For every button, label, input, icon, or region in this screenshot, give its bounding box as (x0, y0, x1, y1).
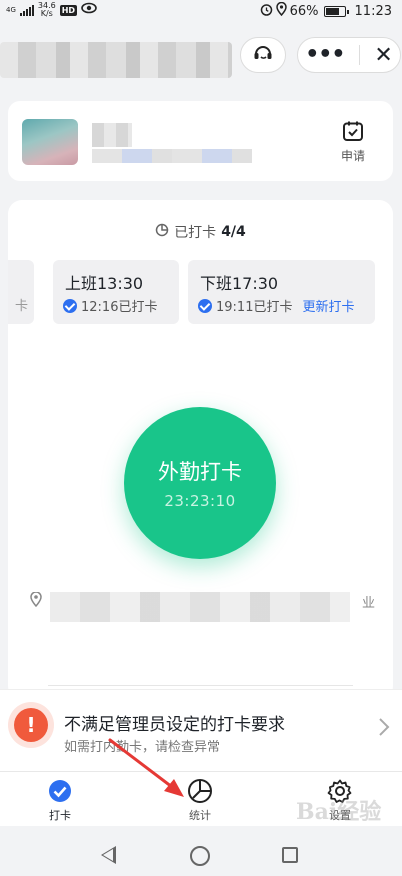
update-punch-link[interactable]: 更新打卡 (302, 296, 354, 315)
shift-card-end[interactable]: 下班17:30 19:11已打卡 更新打卡 (188, 260, 375, 324)
home-icon[interactable] (190, 846, 210, 866)
shift-card-start[interactable]: 上班13:30 12:16已打卡 (53, 260, 179, 324)
watermark: Bai经验 (296, 799, 382, 825)
user-card: 申请 (8, 101, 393, 181)
hd-badge: HD (59, 4, 78, 16)
field-punch-button[interactable]: 外勤打卡 23:23:10 (124, 407, 276, 559)
battery-icon (323, 5, 349, 17)
alarm-icon (260, 3, 273, 20)
clock-status: 已打卡 4/4 (8, 222, 393, 242)
warning-subtitle: 如需打内勤卡，请检查异常 (64, 740, 221, 755)
capsule-divider (358, 45, 360, 65)
tab-label: 统计 (189, 809, 211, 822)
signal-icon (19, 4, 34, 16)
tab-label: 打卡 (49, 809, 71, 822)
punch-label: 外勤打卡 (158, 460, 242, 484)
status-bar: 4G 34.6 K/s HD 66% 11:23 (0, 0, 402, 22)
location-pin-icon (30, 591, 42, 611)
clock-time: 11:23 (354, 3, 392, 19)
divider (48, 685, 353, 686)
shift-card-previous[interactable]: 卡 (8, 260, 34, 324)
check-icon (63, 298, 77, 313)
network-speed: 34.6 K/s (37, 1, 56, 18)
tab-stats[interactable]: 统计 (170, 778, 230, 823)
location-row: 业 (30, 591, 375, 622)
headset-icon (252, 42, 274, 68)
pie-chart-icon (155, 223, 169, 241)
header: ••• ✕ (0, 22, 402, 90)
apply-label: 申请 (340, 149, 365, 163)
shift-status: 12:16已打卡 (63, 296, 157, 315)
more-icon[interactable]: ••• (305, 44, 345, 66)
shift-partial-text: 卡 (14, 299, 28, 314)
tab-punch[interactable]: 打卡 (30, 778, 90, 823)
miniapp-capsule: ••• ✕ (297, 37, 401, 73)
blurred-user-name (92, 123, 132, 147)
warning-banner[interactable]: ! 不满足管理员设定的打卡要求 如需打内勤卡，请检查异常 (0, 689, 402, 771)
apply-button[interactable]: 申请 (329, 119, 377, 164)
shift-status: 19:11已打卡 更新打卡 (198, 296, 354, 315)
clock-status-count: 4/4 (221, 224, 246, 240)
check-circle-icon (47, 778, 73, 804)
shift-title: 上班13:30 (65, 274, 144, 293)
location-icon (275, 1, 287, 20)
pie-chart-icon (187, 778, 213, 804)
blurred-group-name (92, 149, 252, 163)
battery-percent: 66% (289, 3, 319, 19)
customer-service-button[interactable] (240, 37, 286, 73)
clock-in-card: 已打卡 4/4 卡 上班13:30 12:16已打卡 下班17:30 19:11… (8, 200, 393, 700)
punch-time: 23:23:10 (164, 492, 236, 510)
avatar (22, 119, 78, 165)
warning-icon: ! (8, 702, 54, 748)
location-end-text: 业 (361, 596, 375, 611)
network-type: 4G (6, 5, 16, 14)
warning-title: 不满足管理员设定的打卡要求 (64, 715, 285, 735)
clock-status-label: 已打卡 (174, 225, 217, 241)
check-icon (198, 298, 212, 313)
calendar-check-icon (341, 119, 365, 143)
chevron-right-icon (378, 717, 390, 743)
shift-title: 下班17:30 (200, 274, 279, 293)
system-nav-bar (0, 826, 402, 876)
recent-apps-icon[interactable] (282, 847, 298, 863)
blurred-location (50, 592, 350, 622)
back-icon[interactable] (101, 846, 116, 864)
close-icon[interactable]: ✕ (374, 43, 392, 68)
blurred-title (0, 42, 232, 78)
eye-icon (81, 2, 97, 18)
